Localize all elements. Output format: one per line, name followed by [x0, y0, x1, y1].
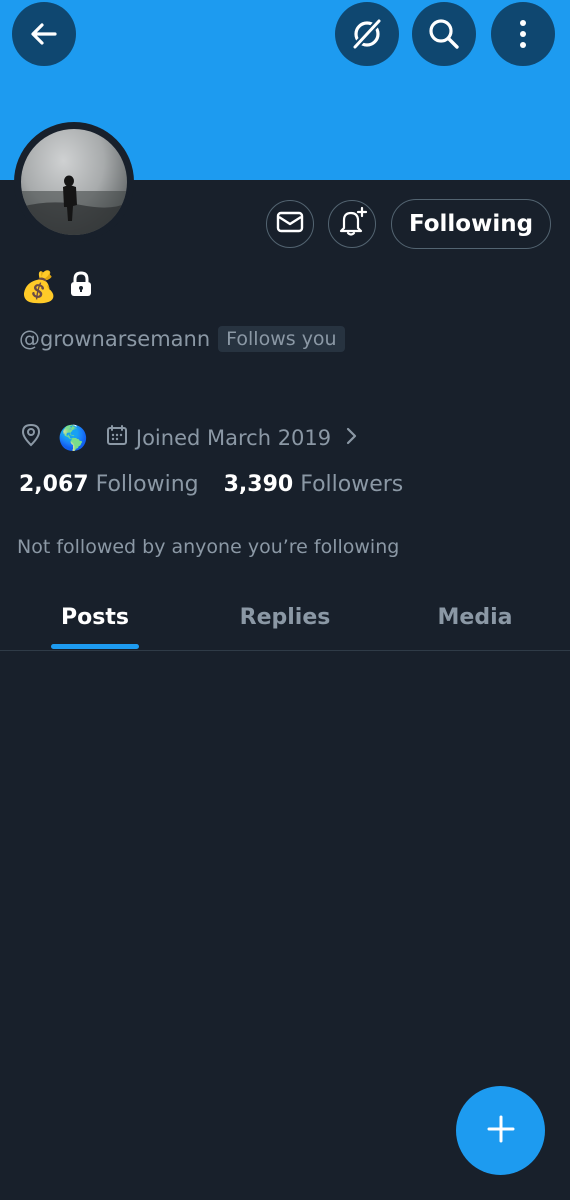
more-vertical-icon [518, 19, 528, 49]
user-handle: @grownarsemann [19, 327, 211, 351]
more-options-button[interactable] [491, 2, 555, 66]
active-tab-indicator [51, 644, 139, 649]
following-button[interactable]: Following [391, 199, 551, 249]
mutual-followers-text: Not followed by anyone you’re following [17, 536, 400, 558]
bell-plus-icon [336, 206, 368, 242]
avatar[interactable] [21, 129, 127, 235]
profile-screen: Following 💰 @grownarsemann Follows you 🌎 [0, 0, 570, 1200]
joined-date: Joined March 2019 [135, 425, 332, 450]
chevron-right-icon[interactable] [345, 426, 357, 450]
following-count-label: Following [95, 472, 199, 497]
following-count: 2,067 [19, 472, 89, 497]
profile-meta: 🌎 Joined March 2019 [20, 423, 357, 452]
followers-count-link[interactable]: 3,390 Followers [224, 472, 404, 497]
compose-button[interactable] [456, 1086, 545, 1175]
calendar-icon [106, 424, 128, 451]
handle-row: @grownarsemann Follows you [19, 326, 345, 352]
display-name: 💰 [20, 270, 93, 305]
followers-count: 3,390 [223, 472, 294, 497]
search-icon [427, 17, 461, 51]
follow-counts: 2,067 Following 3,390 Followers [19, 472, 403, 497]
tab-media[interactable]: Media [380, 585, 570, 650]
follows-you-badge: Follows you [218, 326, 345, 352]
following-count-link[interactable]: 2,067 Following [19, 472, 199, 497]
profile-tabs: Posts Replies Media [0, 585, 570, 651]
lock-icon [69, 270, 93, 305]
tab-replies[interactable]: Replies [190, 585, 380, 650]
arrow-left-icon [29, 19, 59, 49]
location-text: 🌎 [58, 423, 88, 452]
location-pin-icon [20, 423, 42, 452]
grok-button[interactable] [335, 2, 399, 66]
plus-icon [486, 1114, 516, 1148]
followers-count-label: Followers [300, 472, 404, 497]
display-name-emoji: 💰 [20, 270, 58, 305]
notifications-button[interactable] [328, 200, 376, 248]
message-button[interactable] [266, 200, 314, 248]
search-button[interactable] [412, 2, 476, 66]
envelope-icon [276, 210, 304, 238]
back-button[interactable] [12, 2, 76, 66]
grok-icon [349, 16, 385, 52]
tab-posts[interactable]: Posts [0, 585, 190, 650]
